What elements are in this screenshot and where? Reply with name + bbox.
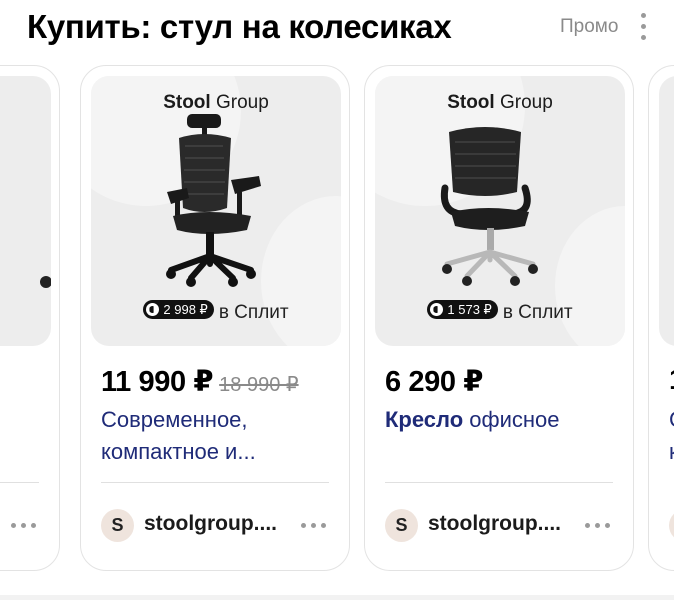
product-image[interactable] xyxy=(0,76,51,346)
current-price: 11 990 ₽ xyxy=(101,366,214,398)
office-chair-image xyxy=(440,127,538,286)
product-title[interactable]: Современное, компактное и... xyxy=(101,404,336,468)
seller-row[interactable]: S stoolgroup.... xyxy=(385,509,615,543)
chair-image xyxy=(40,276,51,288)
divider xyxy=(101,482,329,483)
split-payment-badge: 2 998 ₽ в Сплит xyxy=(91,300,341,324)
section-bottom-border xyxy=(0,595,674,600)
seller-avatar: S xyxy=(385,509,418,542)
seller-more-icon[interactable] xyxy=(11,523,39,529)
current-price: 6 290 ₽ xyxy=(385,366,484,398)
brand-logo: Stool Group xyxy=(447,92,553,113)
product-image[interactable] xyxy=(659,76,674,346)
current-price: 1 xyxy=(669,364,674,396)
price-block: 11 990 ₽18 990 ₽ xyxy=(101,364,299,399)
divider xyxy=(385,482,613,483)
split-icon xyxy=(146,303,160,316)
promo-label: Промо xyxy=(560,16,619,37)
seller-row[interactable] xyxy=(0,509,41,543)
product-card-previous[interactable] xyxy=(0,65,60,571)
seller-name[interactable]: stoolgroup.... xyxy=(428,512,561,536)
product-title[interactable]: С к xyxy=(669,404,674,468)
seller-row[interactable] xyxy=(669,509,674,543)
seller-avatar: S xyxy=(101,509,134,542)
product-card[interactable]: Stool Group 1 573 ₽ в Сплит 6 290 ₽ Крес… xyxy=(364,65,634,571)
product-title[interactable]: Кресло офисное xyxy=(385,404,620,436)
brand-logo: Stool Group xyxy=(163,92,269,113)
seller-more-icon[interactable] xyxy=(585,523,613,529)
seller-avatar xyxy=(669,509,674,542)
section-header: Купить: стул на колесиках Промо xyxy=(0,0,674,58)
price-block: 6 290 ₽ xyxy=(385,364,483,399)
more-options-icon[interactable] xyxy=(636,13,650,41)
divider xyxy=(0,482,39,483)
price-block: 1 xyxy=(669,364,674,397)
section-title: Купить: стул на колесиках xyxy=(27,8,452,45)
seller-row[interactable]: S stoolgroup.... xyxy=(101,509,331,543)
product-card[interactable]: Stool Group 2 998 ₽ в Сплит 11 990 ₽ 18 … xyxy=(80,65,350,571)
split-payment-badge: 1 573 ₽ в Сплит xyxy=(375,300,625,324)
product-card-next[interactable]: 1 С к xyxy=(648,65,674,571)
product-image[interactable]: Stool Group 2 998 ₽ в Сплит xyxy=(91,76,341,346)
product-carousel[interactable]: Stool Group 2 998 ₽ в Сплит 11 990 ₽ 18 … xyxy=(0,62,674,600)
seller-more-icon[interactable] xyxy=(301,523,329,529)
office-chair-image xyxy=(166,114,261,287)
seller-name[interactable]: stoolgroup.... xyxy=(144,512,277,536)
split-icon xyxy=(430,303,444,316)
old-price: 18 990 ₽ xyxy=(219,374,299,396)
product-image[interactable]: Stool Group 1 573 ₽ в Сплит xyxy=(375,76,625,346)
